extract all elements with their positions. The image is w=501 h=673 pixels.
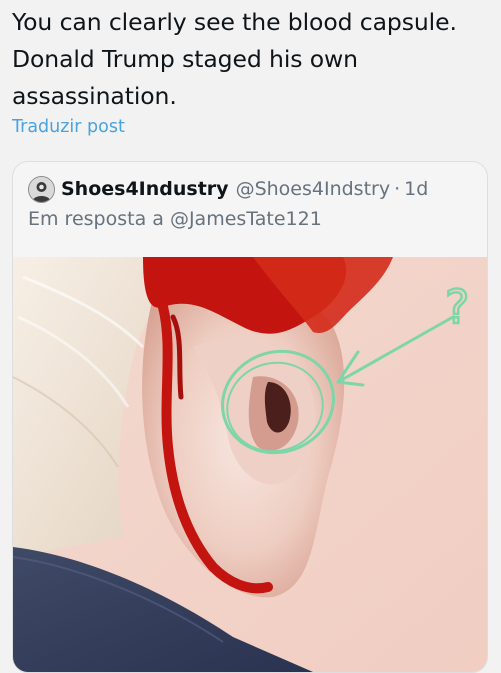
quoted-post-header: Shoes4Industry @Shoes4Indstry · 1d: [28, 175, 428, 203]
post-time[interactable]: 1d: [404, 178, 428, 200]
ear-photo: ?: [13, 257, 487, 672]
separator-dot: ·: [394, 178, 401, 200]
author-name[interactable]: Shoes4Industry: [61, 178, 229, 200]
post-text: You can clearly see the blood capsule. D…: [12, 4, 492, 115]
avatar-image: [29, 176, 54, 202]
post-text-line-1: You can clearly see the blood capsule.: [12, 8, 457, 36]
reply-prefix: Em resposta a: [28, 208, 164, 230]
quoted-post-card[interactable]: Shoes4Industry @Shoes4Indstry · 1d Em re…: [12, 161, 488, 673]
post-media-image[interactable]: ?: [13, 257, 487, 672]
author-handle[interactable]: @Shoes4Indstry: [236, 178, 391, 200]
translate-post-link[interactable]: Traduzir post: [12, 117, 125, 137]
handwritten-question-mark: ?: [445, 280, 469, 334]
post-text-line-3: assassination.: [12, 82, 177, 110]
reply-handle-link[interactable]: @JamesTate121: [170, 208, 322, 230]
post-text-line-2: Donald Trump staged his own: [12, 45, 358, 73]
avatar[interactable]: [28, 175, 55, 203]
reply-context: Em resposta a @JamesTate121: [28, 208, 322, 230]
